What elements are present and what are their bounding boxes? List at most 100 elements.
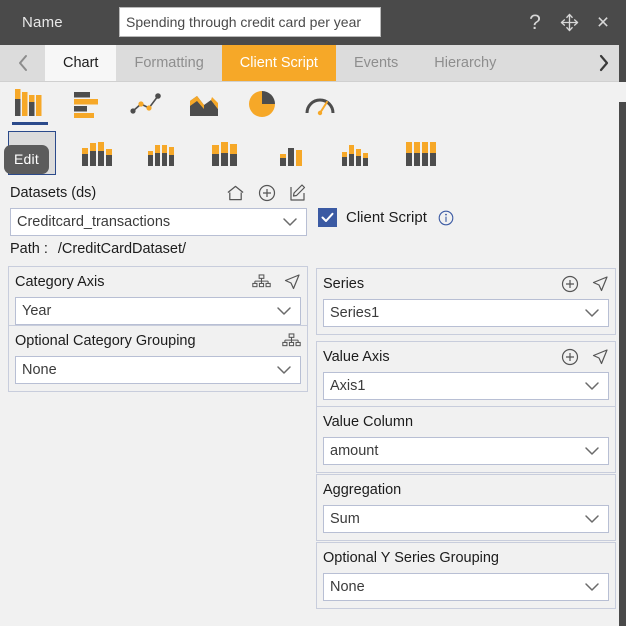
- client-script-row: Client Script: [318, 208, 454, 227]
- help-icon[interactable]: ?: [524, 12, 546, 34]
- aggregation-header: Aggregation: [323, 479, 609, 501]
- navigate-icon[interactable]: [591, 275, 609, 293]
- value-column-select[interactable]: amount: [323, 437, 609, 465]
- info-icon[interactable]: [438, 210, 454, 226]
- series-select[interactable]: Series1: [323, 299, 609, 327]
- aggregation-select[interactable]: Sum: [323, 505, 609, 533]
- chart-properties-dialog: Name ? × Chart: [0, 0, 626, 626]
- value-axis-value: Axis1: [330, 378, 366, 394]
- tabs-prev-arrow[interactable]: [0, 45, 45, 81]
- series-label: Series: [323, 276, 365, 292]
- edit-pencil-icon[interactable]: [289, 184, 307, 202]
- column-chart-icon[interactable]: [8, 84, 52, 125]
- value-axis-toolbar: [561, 348, 609, 366]
- edit-tooltip: Edit: [4, 145, 49, 174]
- home-icon[interactable]: [226, 184, 245, 202]
- tab-client-script-label: Client Script: [239, 55, 318, 71]
- column-stacked-thin-icon[interactable]: [138, 131, 186, 175]
- tab-strip: Chart Formatting Client Script Events Hi…: [0, 45, 626, 82]
- y-series-grouping-label: Optional Y Series Grouping: [323, 550, 499, 566]
- y-series-grouping-value: None: [330, 579, 365, 595]
- chart-type-toolbar: [0, 82, 626, 126]
- chevron-down-icon: [584, 381, 600, 391]
- value-column-group: Value Column amount: [316, 406, 616, 473]
- column-clustered-icon[interactable]: [268, 131, 316, 175]
- name-label: Name: [22, 14, 63, 31]
- tab-formatting[interactable]: Formatting: [116, 45, 222, 81]
- close-icon[interactable]: ×: [592, 12, 614, 34]
- column-stacked-wide-icon[interactable]: [203, 131, 251, 175]
- bar-chart-icon[interactable]: [66, 84, 110, 124]
- tab-hierarchy[interactable]: Hierarchy: [416, 45, 515, 81]
- tab-formatting-label: Formatting: [134, 55, 204, 71]
- chevron-down-icon: [584, 514, 600, 524]
- datasets-header: Datasets (ds): [10, 182, 307, 204]
- gauge-chart-icon[interactable]: [298, 84, 342, 124]
- line-chart-icon[interactable]: [124, 84, 168, 124]
- titlebar-actions: ? ×: [524, 0, 614, 45]
- right-edge-band: [619, 45, 626, 626]
- aggregation-label: Aggregation: [323, 482, 402, 498]
- category-axis-value: Year: [22, 303, 52, 319]
- category-axis-header: Category Axis: [15, 271, 301, 293]
- tab-client-script[interactable]: Client Script: [221, 45, 336, 81]
- client-script-checkbox[interactable]: [318, 208, 337, 227]
- series-toolbar: [561, 275, 609, 293]
- hierarchy-icon[interactable]: [282, 332, 301, 350]
- value-axis-select[interactable]: Axis1: [323, 372, 609, 400]
- add-circle-icon[interactable]: [561, 275, 579, 293]
- y-series-grouping-select[interactable]: None: [323, 573, 609, 601]
- edit-tooltip-label: Edit: [14, 151, 39, 167]
- y-series-grouping-group: Optional Y Series Grouping None: [316, 542, 616, 609]
- value-axis-header: Value Axis: [323, 346, 609, 368]
- category-grouping-header: Optional Category Grouping: [15, 330, 301, 352]
- dialog-titlebar: Name ? ×: [0, 0, 626, 45]
- value-axis-label: Value Axis: [323, 349, 390, 365]
- navigate-icon[interactable]: [283, 273, 301, 291]
- pie-chart-icon[interactable]: [240, 84, 284, 124]
- tab-events[interactable]: Events: [335, 45, 417, 81]
- tab-chart[interactable]: Chart: [45, 45, 117, 81]
- y-series-grouping-header: Optional Y Series Grouping: [323, 547, 609, 569]
- add-circle-icon[interactable]: [561, 348, 579, 366]
- category-grouping-group: Optional Category Grouping None: [8, 325, 308, 392]
- right-edge-gap: [619, 82, 626, 102]
- category-axis-toolbar: [252, 273, 301, 291]
- chart-subtype-toolbar: [0, 128, 626, 178]
- tab-hierarchy-label: Hierarchy: [434, 55, 497, 71]
- chart-name-input[interactable]: [119, 7, 381, 37]
- chevron-down-icon: [584, 446, 600, 456]
- navigate-icon[interactable]: [591, 348, 609, 366]
- chevron-down-icon: [276, 365, 292, 375]
- dataset-select[interactable]: Creditcard_transactions: [10, 208, 307, 236]
- chevron-down-icon: [584, 308, 600, 318]
- dataset-select-value: Creditcard_transactions: [17, 214, 171, 230]
- column-multi-stacked-icon[interactable]: [398, 131, 446, 175]
- series-value: Series1: [330, 305, 380, 321]
- chevron-down-icon: [584, 582, 600, 592]
- value-column-label: Value Column: [323, 414, 414, 430]
- area-chart-icon[interactable]: [182, 84, 226, 124]
- value-column-header: Value Column: [323, 411, 609, 433]
- aggregation-group: Aggregation Sum: [316, 474, 616, 541]
- category-grouping-select[interactable]: None: [15, 356, 301, 384]
- series-header: Series: [323, 273, 609, 295]
- dataset-path: Path : /CreditCardDataset/: [10, 241, 307, 257]
- column-varied-icon[interactable]: [333, 131, 381, 175]
- chevron-down-icon: [276, 306, 292, 316]
- add-circle-icon[interactable]: [258, 184, 276, 202]
- help-glyph: ?: [529, 11, 541, 34]
- value-column-value: amount: [330, 443, 379, 459]
- move-icon[interactable]: [558, 12, 580, 34]
- close-glyph: ×: [596, 11, 610, 34]
- category-grouping-value: None: [22, 362, 57, 378]
- client-script-label: Client Script: [346, 209, 427, 226]
- category-axis-select[interactable]: Year: [15, 297, 301, 325]
- tab-events-label: Events: [353, 55, 399, 71]
- hierarchy-icon[interactable]: [252, 273, 271, 291]
- column-stacked-grouped-icon[interactable]: [73, 131, 121, 175]
- aggregation-value: Sum: [330, 511, 360, 527]
- datasets-section: Datasets (ds) Creditcard_transactions Pa…: [10, 182, 307, 257]
- chevron-down-icon: [282, 217, 298, 227]
- value-axis-group: Value Axis Axis1: [316, 341, 616, 408]
